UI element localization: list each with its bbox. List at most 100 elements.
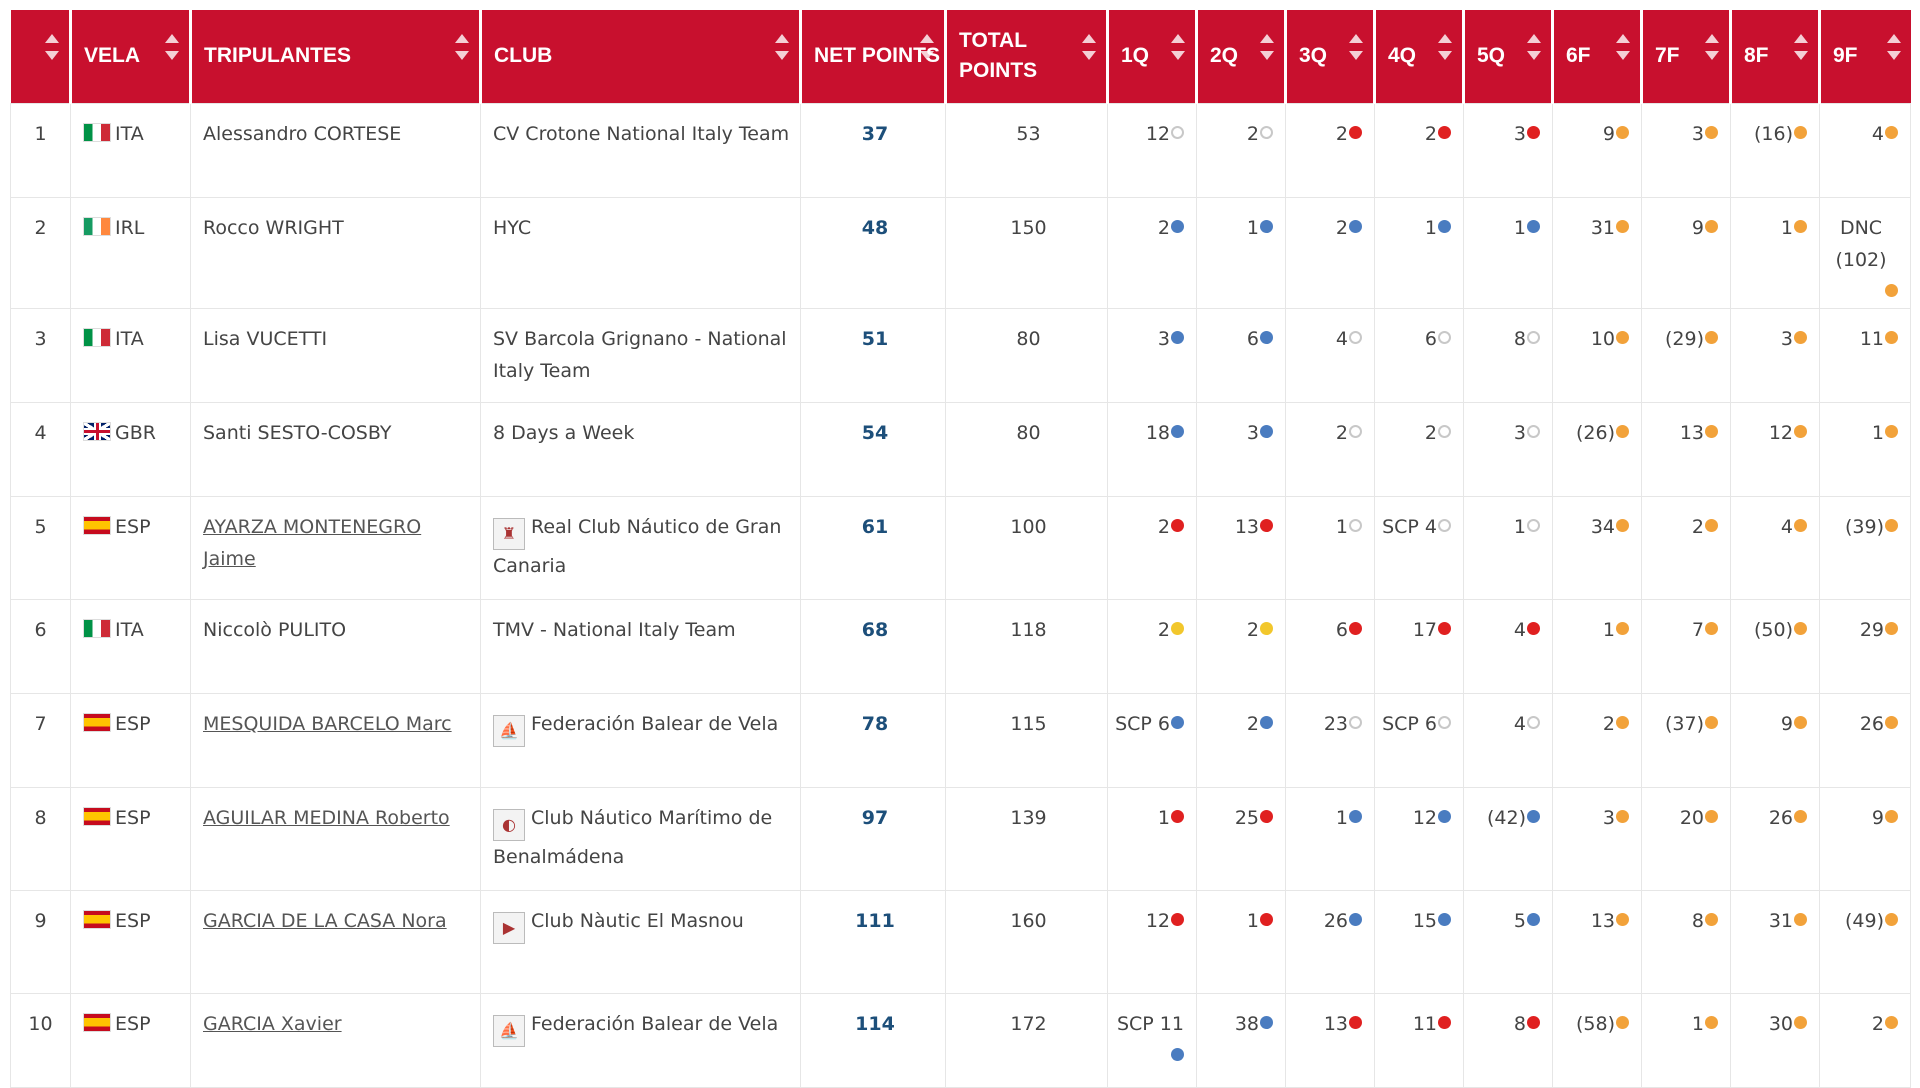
fleet-orange-dot-icon bbox=[1616, 518, 1629, 532]
rank-cell: 7 bbox=[10, 692, 71, 788]
race-score-cell: 5 bbox=[1463, 889, 1553, 994]
column-header-race-6f[interactable]: 6F bbox=[1552, 10, 1643, 103]
fleet-orange-dot-icon bbox=[1705, 621, 1718, 635]
club-name: SV Barcola Grignano - National Italy Tea… bbox=[493, 327, 787, 382]
sort-arrows-icon[interactable] bbox=[1349, 30, 1363, 64]
rank-cell: 4 bbox=[10, 401, 71, 497]
race-score: 3 bbox=[1602, 806, 1615, 829]
race-score: 2 bbox=[1691, 515, 1704, 538]
fleet-orange-dot-icon bbox=[1794, 125, 1807, 139]
fleet-white-dot-icon bbox=[1438, 330, 1451, 344]
club-name: Federación Balear de Vela bbox=[531, 1012, 779, 1035]
esp-flag-icon bbox=[83, 909, 111, 929]
sort-arrows-icon[interactable] bbox=[1082, 30, 1096, 64]
column-header-race-7f[interactable]: 7F bbox=[1641, 10, 1732, 103]
column-header-total-points[interactable]: TOTAL POINTS bbox=[945, 10, 1109, 103]
crew-cell[interactable]: GARCIA Xavier bbox=[190, 992, 481, 1088]
club-cell: TMV - National Italy Team bbox=[480, 598, 801, 694]
sort-arrows-icon[interactable] bbox=[1438, 30, 1452, 64]
column-header-race-8f[interactable]: 8F bbox=[1730, 10, 1821, 103]
race-score-cell: 31 bbox=[1730, 889, 1820, 994]
fleet-blue-dot-icon bbox=[1260, 330, 1273, 344]
total-points-cell: 160 bbox=[945, 889, 1108, 994]
sort-arrows-icon[interactable] bbox=[920, 30, 934, 64]
race-score-cell: 12 bbox=[1107, 889, 1197, 994]
column-header-race-5q[interactable]: 5Q bbox=[1463, 10, 1554, 103]
column-header-crew[interactable]: TRIPULANTES bbox=[190, 10, 482, 103]
rank-cell: 9 bbox=[10, 889, 71, 994]
header-row: VELA TRIPULANTES CLUB NET POINTS TOTAL POINT… bbox=[10, 10, 1911, 103]
rank-cell: 5 bbox=[10, 495, 71, 600]
race-score: 2 bbox=[1335, 122, 1348, 145]
sort-arrows-icon[interactable] bbox=[1171, 30, 1185, 64]
fleet-blue-dot-icon bbox=[1171, 219, 1184, 233]
sailor-link[interactable]: MESQUIDA BARCELO Marc bbox=[203, 713, 452, 735]
total-points-cell: 53 bbox=[945, 102, 1108, 198]
race-score: 26 bbox=[1768, 806, 1793, 829]
column-header-race-4q[interactable]: 4Q bbox=[1374, 10, 1465, 103]
sailor-link[interactable]: GARCIA DE LA CASA Nora bbox=[203, 910, 447, 932]
sort-arrows-icon[interactable] bbox=[1886, 30, 1901, 64]
race-score: 1 bbox=[1246, 216, 1259, 239]
fleet-orange-dot-icon bbox=[1705, 912, 1718, 926]
sailor-link[interactable]: AYARZA MONTENEGRO Jaime bbox=[203, 516, 421, 570]
column-header-race-3q[interactable]: 3Q bbox=[1285, 10, 1376, 103]
net-points-value: 78 bbox=[861, 712, 889, 735]
column-header-sail-country[interactable]: VELA bbox=[70, 10, 192, 103]
column-header-club[interactable]: CLUB bbox=[480, 10, 802, 103]
total-points-value: 150 bbox=[1010, 216, 1047, 239]
race-score: SCP 6 bbox=[1115, 712, 1170, 735]
club-name: HYC bbox=[493, 216, 532, 239]
race-score-cell: 3 bbox=[1641, 102, 1731, 198]
crew-cell[interactable]: GARCIA DE LA CASA Nora bbox=[190, 889, 481, 994]
race-score-cell: 18 bbox=[1107, 401, 1197, 497]
column-header-rank[interactable] bbox=[10, 10, 72, 103]
race-score: 25 bbox=[1234, 806, 1259, 829]
net-points-value: 97 bbox=[861, 806, 889, 829]
pennant-icon: ▶ bbox=[493, 911, 525, 944]
sort-arrows-icon[interactable] bbox=[1705, 30, 1719, 64]
sort-arrows-icon[interactable] bbox=[45, 30, 59, 64]
club-name: Real Club Náutico de Gran Canaria bbox=[493, 515, 782, 577]
fleet-orange-dot-icon bbox=[1616, 1015, 1629, 1029]
sailor-link[interactable]: AGUILAR MEDINA Roberto bbox=[203, 807, 450, 829]
sort-arrows-icon[interactable] bbox=[775, 30, 789, 64]
sort-arrows-icon[interactable] bbox=[165, 30, 179, 64]
race-score-cell: (49) bbox=[1819, 889, 1911, 994]
race-score-cell: 3 bbox=[1552, 786, 1642, 891]
club-cell: SV Barcola Grignano - National Italy Tea… bbox=[480, 307, 801, 403]
race-score: SCP 4 bbox=[1382, 515, 1437, 538]
fleet-orange-dot-icon bbox=[1616, 809, 1629, 823]
race-score: 2 bbox=[1335, 421, 1348, 444]
fleet-orange-dot-icon bbox=[1885, 518, 1898, 532]
net-points-value: 114 bbox=[855, 1012, 895, 1035]
crew-cell[interactable]: MESQUIDA BARCELO Marc bbox=[190, 692, 481, 788]
sailor-name: Lisa VUCETTI bbox=[203, 327, 328, 350]
total-points-value: 115 bbox=[1010, 712, 1047, 735]
column-header-race-2q[interactable]: 2Q bbox=[1196, 10, 1287, 103]
rank-value: 8 bbox=[34, 806, 47, 829]
race-score: 3 bbox=[1246, 421, 1259, 444]
fleet-orange-dot-icon bbox=[1885, 912, 1898, 926]
fleet-orange-dot-icon bbox=[1885, 125, 1898, 139]
fleet-orange-dot-icon bbox=[1794, 1015, 1807, 1029]
rank-value: 6 bbox=[34, 618, 47, 641]
sailor-link[interactable]: GARCIA Xavier bbox=[203, 1013, 342, 1035]
crew-cell[interactable]: AYARZA MONTENEGRO Jaime bbox=[190, 495, 481, 600]
net-points-cell: 54 bbox=[800, 401, 946, 497]
sort-arrows-icon[interactable] bbox=[1794, 30, 1808, 64]
race-score: 8 bbox=[1513, 327, 1526, 350]
crew-cell[interactable]: AGUILAR MEDINA Roberto bbox=[190, 786, 481, 891]
sort-arrows-icon[interactable] bbox=[1527, 30, 1541, 64]
race-score-cell: 1 bbox=[1641, 992, 1731, 1088]
sort-arrows-icon[interactable] bbox=[1616, 30, 1630, 64]
sort-arrows-icon[interactable] bbox=[455, 30, 469, 64]
column-header-race-1q[interactable]: 1Q bbox=[1107, 10, 1198, 103]
sail-icon: ⛵ bbox=[493, 714, 525, 747]
column-header-race-9f[interactable]: 9F bbox=[1819, 10, 1911, 103]
sort-arrows-icon[interactable] bbox=[1260, 30, 1274, 64]
fleet-orange-dot-icon bbox=[1885, 809, 1898, 823]
column-header-net-points[interactable]: NET POINTS bbox=[800, 10, 947, 103]
race-score-cell: 4 bbox=[1730, 495, 1820, 600]
race-score-cell: SCP 11 bbox=[1107, 992, 1197, 1088]
